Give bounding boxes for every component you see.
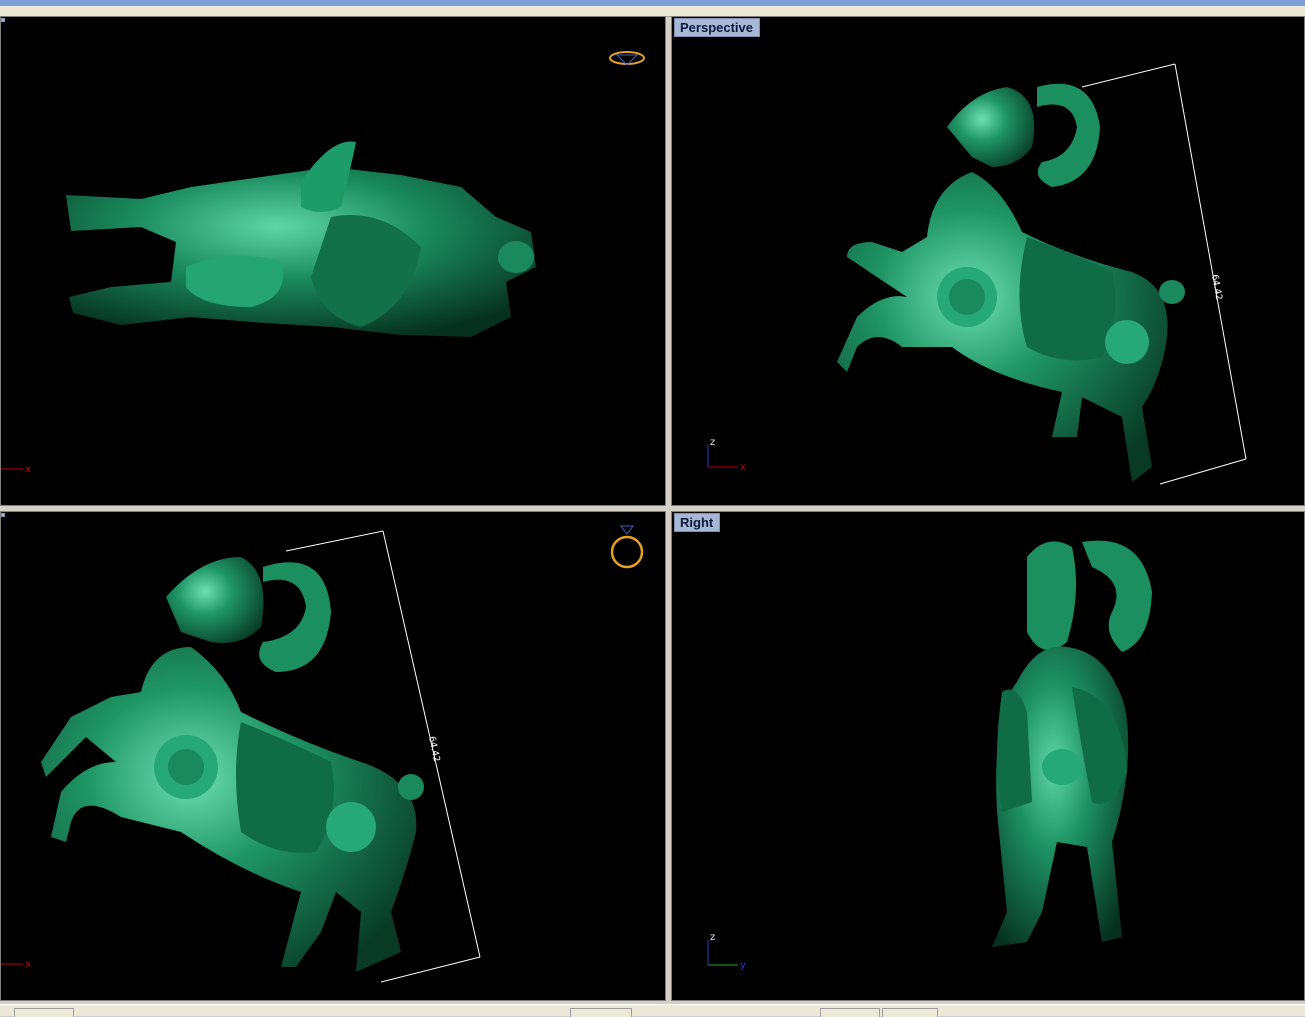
axis-x-label: x — [740, 462, 746, 473]
axis-z-label: z — [710, 437, 715, 448]
ram-model-right-view[interactable] — [992, 540, 1152, 947]
status-pane[interactable] — [570, 1008, 632, 1017]
axis-z-label: z — [710, 932, 715, 943]
axis-indicator: z y — [707, 932, 746, 971]
status-pane[interactable] — [820, 1008, 880, 1017]
ram-model-front[interactable] — [41, 557, 424, 972]
axis-y-label: y — [740, 960, 746, 971]
axis-indicator: x — [1, 959, 31, 970]
axis-indicator: z x — [707, 437, 746, 473]
status-pane[interactable] — [882, 1008, 938, 1017]
axis-indicator: x — [1, 464, 31, 475]
ram-model-top-view[interactable] — [66, 141, 536, 338]
ring-icon[interactable] — [610, 525, 644, 569]
axis-x-label: x — [25, 959, 31, 970]
viewport-front[interactable]: 64.42 x — [0, 511, 666, 1001]
viewport-right[interactable]: z y Right — [671, 511, 1305, 1001]
axis-x-label: x — [25, 464, 31, 475]
viewport-top[interactable]: x — [0, 16, 666, 506]
diamond-icon[interactable] — [609, 51, 645, 66]
viewport-title-perspective[interactable]: Perspective — [674, 18, 760, 37]
ram-model-perspective[interactable] — [837, 83, 1185, 482]
viewport-title-right[interactable]: Right — [674, 513, 721, 532]
dimension-value: 64.42 — [1209, 274, 1223, 301]
status-bar — [0, 1004, 1305, 1017]
viewport-title-tab[interactable] — [1, 18, 5, 22]
status-pane[interactable] — [14, 1008, 74, 1017]
dimension-value: 64.42 — [426, 736, 441, 763]
viewport-perspective[interactable]: 64.42 z x Perspective — [671, 16, 1305, 506]
viewport-title-tab[interactable] — [1, 513, 5, 517]
